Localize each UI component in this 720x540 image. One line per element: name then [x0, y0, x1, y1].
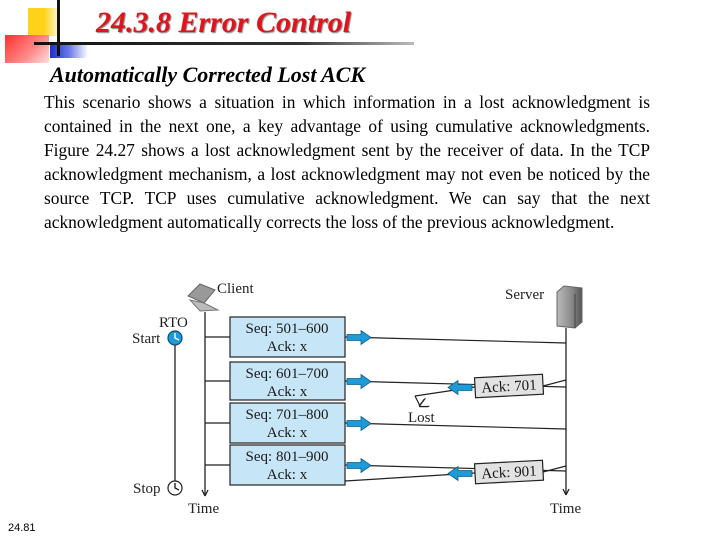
- stop-label: Stop: [133, 481, 161, 497]
- server-label: Server: [505, 287, 544, 303]
- client-time-label: Time: [188, 501, 219, 517]
- clock-stop-icon: [167, 480, 183, 496]
- laptop-icon: [187, 283, 220, 312]
- segment-seq-label: Seq: 801–900: [246, 449, 329, 465]
- server-time-label: Time: [550, 501, 581, 517]
- lost-ack-diagram: Client Server Time Time RTO Start Stop S…: [132, 281, 583, 517]
- ack-lost: Ack: 701: [414, 373, 567, 399]
- rto-label: RTO: [159, 315, 188, 331]
- send-arrow-icon: [346, 373, 372, 390]
- lost-arrow: [414, 395, 420, 406]
- clock-start-icon: [167, 330, 183, 346]
- send-arrow-icon: [346, 329, 372, 346]
- data-segment: Seq: 701–800 Ack: x: [205, 402, 567, 444]
- segment-line: [344, 422, 567, 430]
- segment-ack-label: Ack: x: [267, 467, 308, 483]
- segment-ack-label: Ack: x: [267, 339, 308, 355]
- segment-ack-label: Ack: x: [267, 425, 308, 441]
- page-number: 24.81: [8, 522, 36, 534]
- send-arrow-icon: [346, 457, 372, 474]
- segment-seq-label: Seq: 601–700: [246, 366, 329, 382]
- ack-delivered: Ack: 901: [344, 459, 567, 485]
- ack-arrow-icon: [447, 379, 473, 396]
- send-arrow-icon: [346, 415, 372, 432]
- ack-line: [542, 379, 567, 387]
- segment-ack-label: Ack: x: [267, 384, 308, 400]
- lost-label: Lost: [408, 410, 436, 426]
- ack-label: Ack: 701: [481, 378, 537, 397]
- data-segment: Seq: 501–600 Ack: x: [205, 316, 567, 358]
- ack-label: Ack: 901: [481, 464, 537, 483]
- segment-seq-label: Seq: 701–800: [246, 407, 329, 423]
- segment-line: [344, 336, 567, 344]
- segment-seq-label: Seq: 501–600: [246, 321, 329, 337]
- start-label: Start: [132, 331, 161, 347]
- server-icon: [556, 285, 583, 329]
- client-label: Client: [217, 281, 254, 297]
